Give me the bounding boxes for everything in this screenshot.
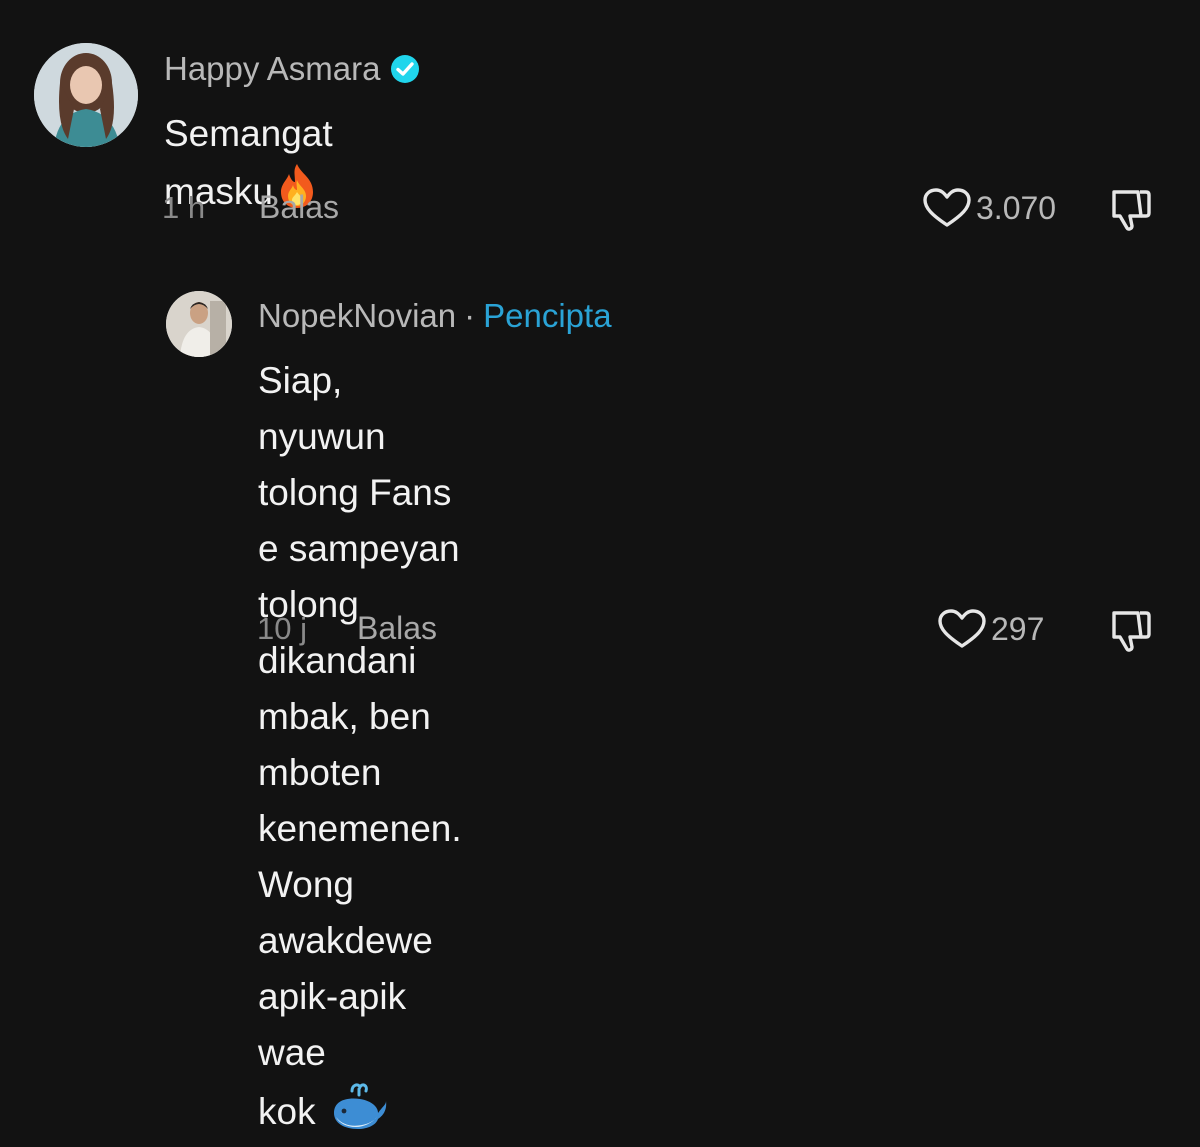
comment-timestamp: 1 h xyxy=(162,190,206,225)
like-button[interactable]: 297 xyxy=(937,608,1044,650)
comment-author[interactable]: NopekNovian · Pencipta xyxy=(258,297,612,335)
avatar[interactable] xyxy=(34,43,138,147)
comment-text: Siap, nyuwun tolong Fans e sampeyan tolo… xyxy=(258,353,462,1147)
separator-dot: · xyxy=(464,297,476,334)
verified-badge-icon xyxy=(390,54,420,84)
whale-icon xyxy=(330,1081,388,1147)
thumbs-down-icon xyxy=(1112,190,1151,231)
heart-icon xyxy=(938,609,986,648)
creator-badge: Pencipta xyxy=(483,297,612,334)
dislike-button[interactable] xyxy=(1106,607,1156,658)
author-name[interactable]: Happy Asmara xyxy=(164,50,380,88)
author-name[interactable]: NopekNovian xyxy=(258,297,456,335)
like-button[interactable]: 3.070 xyxy=(922,187,1056,229)
comment-timestamp: 10 j xyxy=(257,611,307,646)
reply-button[interactable]: Balas xyxy=(259,189,339,226)
comment-author[interactable]: Happy Asmara xyxy=(164,50,420,88)
avatar[interactable] xyxy=(166,291,232,357)
avatar-image xyxy=(34,43,138,147)
heart-icon xyxy=(923,188,971,227)
reply-button[interactable]: Balas xyxy=(357,610,437,647)
dislike-button[interactable] xyxy=(1106,186,1156,237)
like-count: 297 xyxy=(991,610,1045,647)
avatar-image xyxy=(166,291,232,357)
thumbs-down-icon xyxy=(1112,611,1151,652)
like-count: 3.070 xyxy=(976,189,1057,226)
